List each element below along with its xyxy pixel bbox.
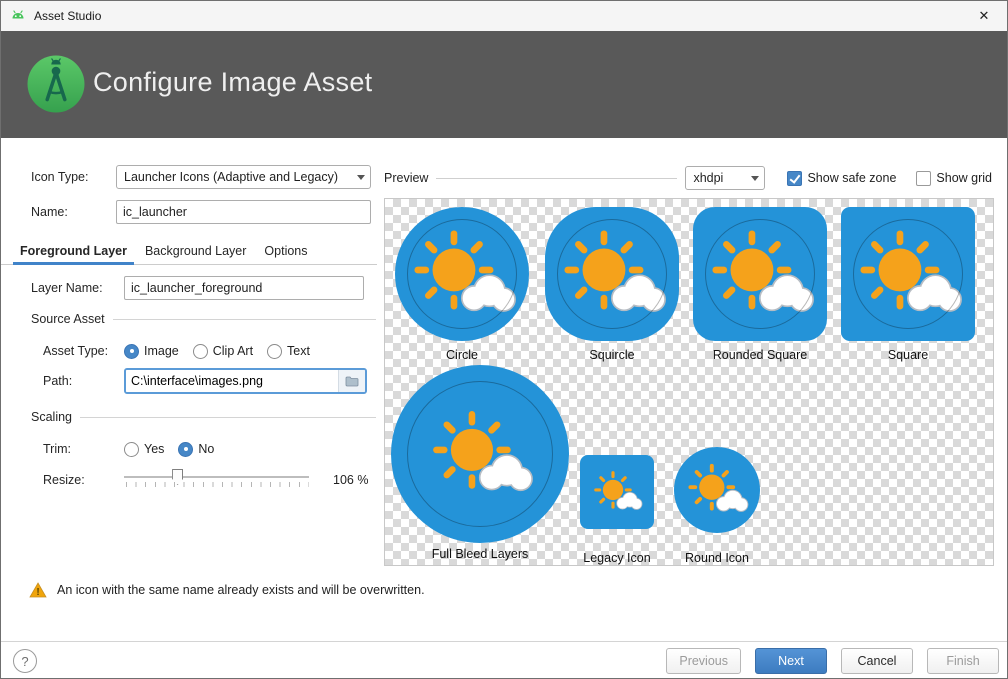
preview-header: Preview xhdpi Show safe zone Show grid — [384, 165, 994, 191]
show-grid-option[interactable]: Show grid — [916, 171, 992, 186]
divider — [113, 319, 376, 320]
svg-text:!: ! — [36, 587, 39, 598]
radio-text[interactable] — [267, 344, 282, 359]
finish-button[interactable]: Finish — [927, 648, 999, 674]
help-button[interactable]: ? — [13, 649, 37, 673]
page-title: Configure Image Asset — [93, 67, 372, 98]
layer-tabs: Foreground Layer Background Layer Option… — [1, 238, 377, 265]
android-app-icon — [10, 8, 26, 24]
resize-row: Resize: 106 % — [43, 467, 383, 493]
layer-name-input[interactable] — [124, 276, 364, 300]
radio-trim-yes[interactable] — [124, 442, 139, 457]
chevron-down-icon — [746, 167, 764, 189]
cancel-button[interactable]: Cancel — [841, 648, 913, 674]
asset-type-option-text[interactable]: Text — [267, 344, 310, 359]
radio-image[interactable] — [124, 344, 139, 359]
warning-row: ! An icon with the same name already exi… — [29, 579, 425, 601]
tab-options[interactable]: Options — [255, 238, 316, 264]
round-preview-art — [674, 447, 760, 533]
resize-value: 106 % — [333, 473, 368, 487]
tile-label: Circle — [387, 348, 537, 362]
next-button[interactable]: Next — [755, 648, 827, 674]
tab-foreground-layer[interactable]: Foreground Layer — [11, 238, 136, 264]
trim-option-yes[interactable]: Yes — [124, 442, 164, 457]
preview-heading: Preview — [384, 171, 428, 185]
trim-label: Trim: — [43, 442, 124, 456]
divider — [80, 417, 376, 418]
tile-label: Square — [833, 348, 983, 362]
icon-type-label: Icon Type: — [31, 170, 116, 184]
tile-label: Round Icon — [642, 551, 792, 565]
show-grid-label: Show grid — [936, 171, 992, 185]
title-bar: Asset Studio ✕ — [1, 1, 1007, 31]
name-row: Name: — [31, 200, 373, 224]
warning-text: An icon with the same name already exist… — [57, 583, 425, 597]
density-value: xhdpi — [686, 171, 746, 185]
show-safe-zone-option[interactable]: Show safe zone — [787, 171, 896, 186]
close-button[interactable]: ✕ — [961, 1, 1007, 31]
path-row: Path: — [43, 368, 373, 394]
folder-icon — [345, 376, 359, 387]
path-label: Path: — [43, 374, 124, 388]
radio-image-label: Image — [144, 344, 179, 358]
preview-tile-circle: Circle — [387, 207, 537, 362]
show-grid-checkbox[interactable] — [916, 171, 931, 186]
preview-tile-round: Round Icon — [642, 447, 792, 565]
chevron-down-icon — [352, 166, 370, 188]
asset-studio-window: Asset Studio ✕ — [0, 0, 1008, 679]
resize-slider[interactable] — [124, 467, 309, 493]
previous-button[interactable]: Previous — [666, 648, 741, 674]
icon-type-select[interactable]: Launcher Icons (Adaptive and Legacy) — [116, 165, 371, 189]
name-input[interactable] — [116, 200, 371, 224]
circle-preview-art — [395, 207, 529, 341]
rounded-square-preview-art — [693, 207, 827, 341]
radio-trim-no[interactable] — [178, 442, 193, 457]
asset-type-option-clipart[interactable]: Clip Art — [193, 344, 253, 359]
tab-background-layer[interactable]: Background Layer — [136, 238, 255, 264]
warning-icon: ! — [29, 582, 47, 598]
path-input[interactable] — [126, 370, 338, 392]
preview-tile-rounded-square: Rounded Square — [685, 207, 835, 362]
show-safe-zone-checkbox[interactable] — [787, 171, 802, 186]
slider-ticks — [126, 482, 309, 487]
preview-tile-squircle: Squircle — [537, 207, 687, 362]
radio-clipart-label: Clip Art — [213, 344, 253, 358]
slider-track — [124, 476, 309, 478]
radio-trim-yes-label: Yes — [144, 442, 164, 456]
squircle-preview-art — [545, 207, 679, 341]
radio-text-label: Text — [287, 344, 310, 358]
show-safe-zone-label: Show safe zone — [807, 171, 896, 185]
tile-label: Squircle — [537, 348, 687, 362]
radio-trim-no-label: No — [198, 442, 214, 456]
path-field-group — [124, 368, 367, 394]
footer-bar: ? Previous Next Cancel Finish — [1, 642, 1007, 679]
browse-folder-button[interactable] — [338, 370, 365, 392]
square-preview-art — [841, 207, 975, 341]
source-asset-heading: Source Asset — [31, 312, 105, 326]
android-studio-logo-icon — [27, 55, 85, 116]
name-label: Name: — [31, 205, 116, 219]
scaling-section-header: Scaling — [31, 410, 376, 424]
window-title: Asset Studio — [34, 9, 101, 23]
asset-type-row: Asset Type: Image Clip Art Text — [43, 339, 373, 363]
wizard-header: Configure Image Asset — [1, 31, 1007, 138]
icon-type-value: Launcher Icons (Adaptive and Legacy) — [117, 170, 352, 184]
layer-name-row: Layer Name: — [31, 276, 373, 300]
resize-label: Resize: — [43, 473, 124, 487]
preview-tile-square: Square — [833, 207, 983, 362]
density-select[interactable]: xhdpi — [685, 166, 765, 190]
tile-label: Rounded Square — [685, 348, 835, 362]
icon-type-row: Icon Type: Launcher Icons (Adaptive and … — [31, 165, 373, 189]
scaling-heading: Scaling — [31, 410, 72, 424]
trim-row: Trim: Yes No — [43, 437, 373, 461]
divider — [436, 178, 677, 179]
preview-panel: Circle Squircle Rounded Square Square Fu — [384, 198, 994, 566]
asset-type-option-image[interactable]: Image — [124, 344, 179, 359]
asset-type-label: Asset Type: — [43, 344, 124, 358]
dialog-buttons: Previous Next Cancel Finish — [666, 648, 999, 674]
trim-option-no[interactable]: No — [178, 442, 214, 457]
layer-name-label: Layer Name: — [31, 281, 124, 295]
source-asset-section-header: Source Asset — [31, 312, 376, 326]
radio-clipart[interactable] — [193, 344, 208, 359]
